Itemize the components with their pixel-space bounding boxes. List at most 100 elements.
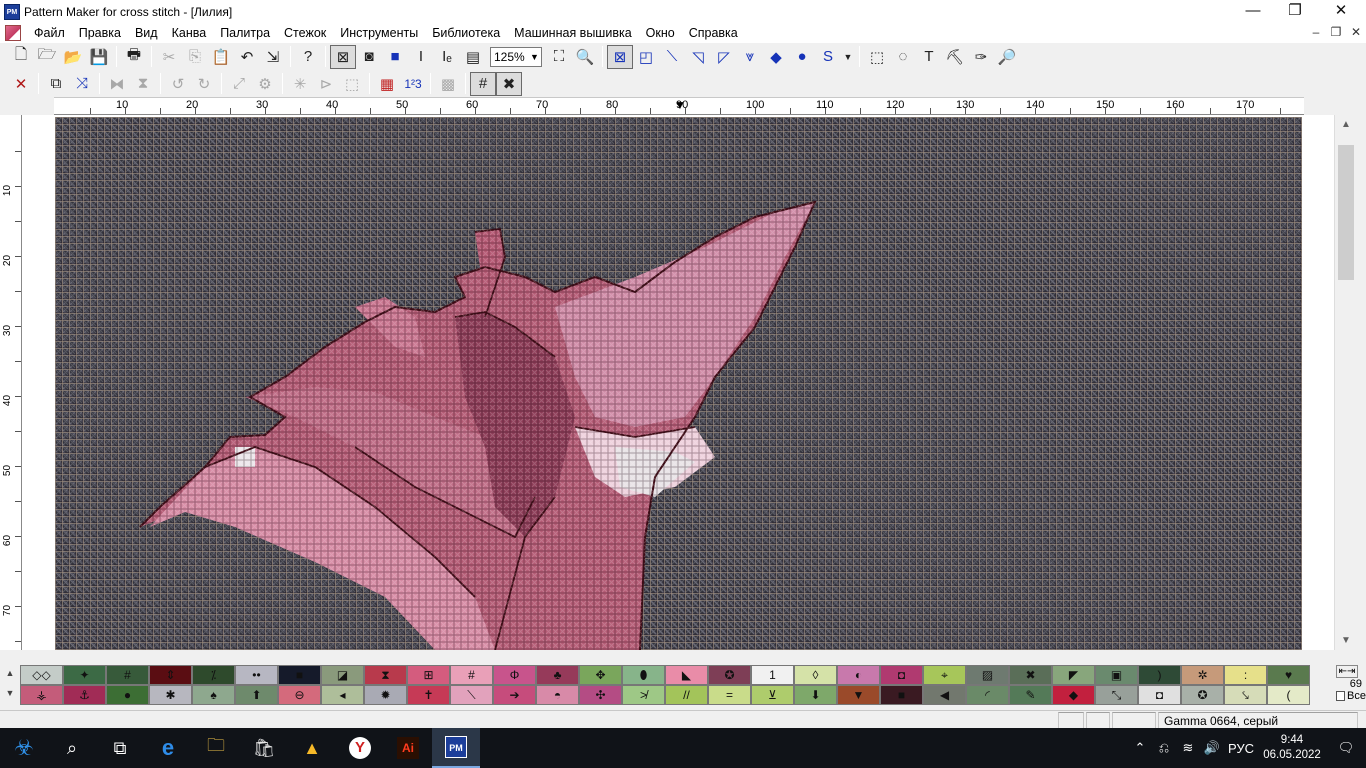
- scroll-thumb[interactable]: [1338, 145, 1354, 280]
- palette-swatch[interactable]: ▨: [966, 665, 1009, 685]
- menu-tools[interactable]: Инструменты: [333, 23, 425, 43]
- menu-library[interactable]: Библиотека: [425, 23, 507, 43]
- arrow-icon[interactable]: ⊳: [313, 72, 339, 96]
- dropdown-arrow-icon[interactable]: ▼: [841, 45, 855, 69]
- menu-canvas[interactable]: Канва: [165, 23, 214, 43]
- palette-swatch[interactable]: ➔: [493, 685, 536, 705]
- notifications-icon[interactable]: 🗨: [1326, 740, 1366, 756]
- palette-swatch[interactable]: ⧗: [364, 665, 407, 685]
- copy-color-icon[interactable]: ⧉: [43, 72, 69, 96]
- palette-swatch[interactable]: ✪: [1181, 685, 1224, 705]
- network-adapter-icon[interactable]: ⎌: [1152, 740, 1176, 756]
- drive-icon[interactable]: ▲: [288, 728, 336, 768]
- palette-swatch[interactable]: ⊻: [751, 685, 794, 705]
- palette-swatch[interactable]: ◣: [665, 665, 708, 685]
- petite-stitch-icon[interactable]: ⩔: [737, 45, 763, 69]
- mdi-minimize-button[interactable]: –: [1306, 23, 1326, 43]
- volume-icon[interactable]: 🔊: [1200, 740, 1224, 756]
- menu-palette[interactable]: Палитра: [213, 23, 277, 43]
- palette-scroll[interactable]: ▲ ▼: [2, 663, 18, 703]
- palette-icon[interactable]: ▦: [374, 72, 400, 96]
- minimize-button[interactable]: —: [1230, 0, 1276, 23]
- palette-swatch[interactable]: ◇◇: [20, 665, 63, 685]
- palette-swatch[interactable]: ⤡: [1095, 685, 1138, 705]
- palette-swatch[interactable]: 1: [751, 665, 794, 685]
- text-tool-icon[interactable]: T: [916, 45, 942, 69]
- undo-icon[interactable]: ↶: [234, 45, 260, 69]
- vertical-scrollbar[interactable]: ▲ ▼: [1334, 115, 1356, 650]
- pattern-fill-icon[interactable]: ▩: [435, 72, 461, 96]
- maximize-button[interactable]: ❐: [1272, 0, 1318, 23]
- palette-swatch[interactable]: ◘: [880, 665, 923, 685]
- mdi-close-button[interactable]: ✕: [1346, 23, 1366, 43]
- palette-swatch[interactable]: ✥: [579, 665, 622, 685]
- palette-swatch[interactable]: ⤥: [1224, 685, 1267, 705]
- mirror-vertical-icon[interactable]: ⧗: [130, 72, 156, 96]
- palette-swatch[interactable]: #: [106, 665, 149, 685]
- all-checkbox[interactable]: [1336, 691, 1346, 701]
- paste-icon[interactable]: 📋: [208, 45, 234, 69]
- palette-swatch[interactable]: ••: [235, 665, 278, 685]
- palette-swatch[interactable]: ◤: [1052, 665, 1095, 685]
- edge-icon[interactable]: e: [144, 728, 192, 768]
- open-folder-icon[interactable]: 📂: [60, 45, 86, 69]
- palette-swatch[interactable]: ◘: [1138, 685, 1181, 705]
- rotate-right-icon[interactable]: ↻: [191, 72, 217, 96]
- palette-swatch[interactable]: ⊖: [278, 685, 321, 705]
- grid-icon[interactable]: #: [470, 71, 496, 96]
- palette-swatch[interactable]: ■: [278, 665, 321, 685]
- palette-swatch[interactable]: ✪: [708, 665, 751, 685]
- three-quarter-stitch-icon[interactable]: ◸: [711, 45, 737, 69]
- palette-swatch[interactable]: ⬆: [235, 685, 278, 705]
- open-icon[interactable]: 🗁: [34, 45, 60, 69]
- palette-swatch[interactable]: ✝: [407, 685, 450, 705]
- rect-select-icon[interactable]: ⬚: [864, 45, 890, 69]
- palette-swatch[interactable]: ◀: [923, 685, 966, 705]
- palette-swatch[interactable]: ▣: [1095, 665, 1138, 685]
- palette-swatch[interactable]: ⟍: [450, 685, 493, 705]
- bead-icon[interactable]: ●: [789, 45, 815, 69]
- menu-view[interactable]: Вид: [128, 23, 165, 43]
- palette-swatch[interactable]: ◊: [794, 665, 837, 685]
- palette-swatch[interactable]: ◐: [837, 665, 880, 685]
- palette-swatch[interactable]: ⚶: [20, 685, 63, 705]
- close-button[interactable]: ✕: [1318, 0, 1364, 23]
- numbering-icon[interactable]: 1²3: [400, 72, 426, 96]
- palette-nav-icon[interactable]: ⇤⇥: [1336, 665, 1358, 678]
- palette-swatch[interactable]: ✎: [1009, 685, 1052, 705]
- replace-color-icon[interactable]: ⤨: [69, 72, 95, 96]
- palette-swatch[interactable]: ■: [880, 685, 923, 705]
- yandex-icon[interactable]: Y: [336, 728, 384, 768]
- palette-swatch[interactable]: ⌖: [923, 665, 966, 685]
- list-icon[interactable]: ▤: [460, 45, 486, 69]
- document-icon[interactable]: [5, 25, 21, 41]
- store-icon[interactable]: 🛍: [240, 728, 288, 768]
- clock[interactable]: 9:44 06.05.2022: [1258, 733, 1326, 763]
- color-block-view-icon[interactable]: ■: [382, 45, 408, 69]
- palette-swatch[interactable]: ⊞: [407, 665, 450, 685]
- palette-swatch[interactable]: ⬮: [622, 665, 665, 685]
- wifi-icon[interactable]: ≋: [1176, 740, 1200, 756]
- palette-swatch[interactable]: ◆: [1052, 685, 1095, 705]
- palette-swatch[interactable]: :: [1224, 665, 1267, 685]
- new-file-icon[interactable]: 🗋: [8, 45, 34, 69]
- print-icon[interactable]: 🖶: [121, 45, 147, 69]
- resize-icon[interactable]: ⤢: [226, 72, 252, 96]
- palette-swatch[interactable]: ✹: [364, 685, 407, 705]
- french-knot-icon[interactable]: ◆: [763, 45, 789, 69]
- palette-swatch[interactable]: ✖: [1009, 665, 1052, 685]
- palette-swatch[interactable]: //: [665, 685, 708, 705]
- quarter-stitch-icon[interactable]: ◹: [685, 45, 711, 69]
- menu-window[interactable]: Окно: [639, 23, 682, 43]
- cross-grid-icon[interactable]: ✖: [496, 71, 522, 96]
- copy-icon[interactable]: ⎘: [182, 45, 208, 69]
- palette-swatch[interactable]: ♣: [536, 665, 579, 685]
- delete-icon[interactable]: ✕: [8, 72, 34, 96]
- chevron-up-icon[interactable]: ⌃: [1128, 740, 1152, 756]
- palette-swatch[interactable]: ✣: [579, 685, 622, 705]
- scroll-down-icon[interactable]: ▼: [1335, 635, 1357, 646]
- palette-swatch[interactable]: Φ: [493, 665, 536, 685]
- palette-swatch[interactable]: ✱: [149, 685, 192, 705]
- symbol-view-icon[interactable]: ◙: [356, 45, 382, 69]
- palette-swatch[interactable]: ◓: [536, 685, 579, 705]
